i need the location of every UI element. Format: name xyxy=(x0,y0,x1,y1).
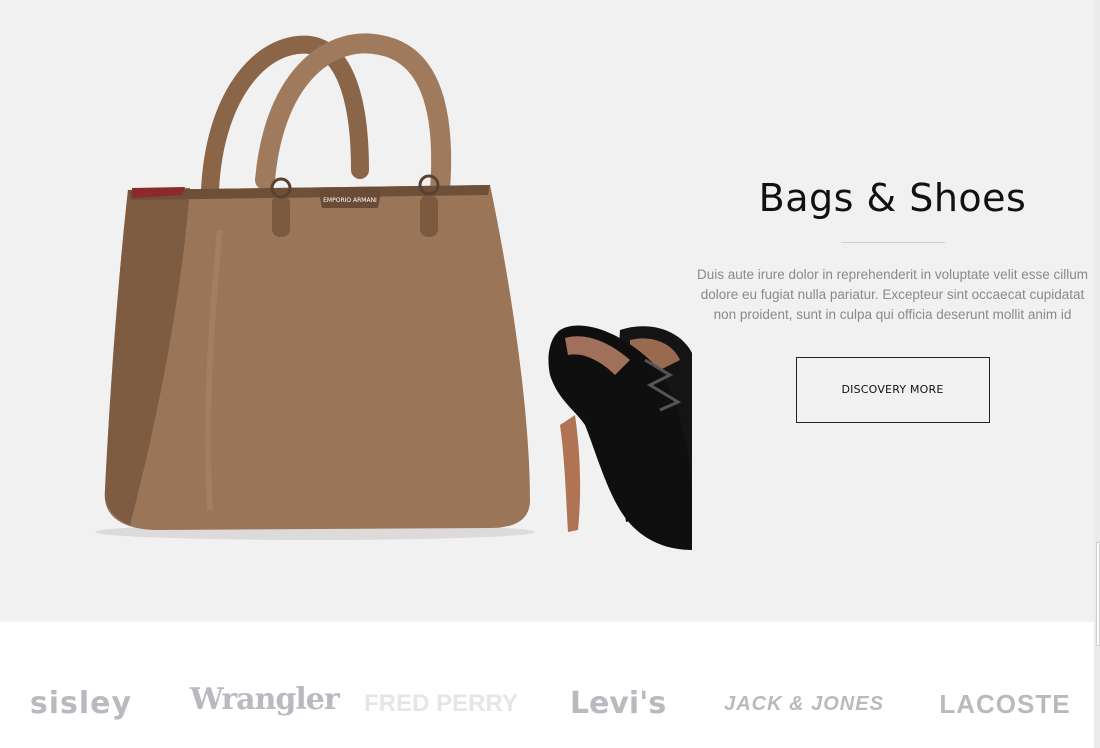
hero-content: Bags & Shoes Duis aute irure dolor in re… xyxy=(690,170,1095,423)
bag-logo-text: EMPORIO ARMANI xyxy=(323,197,377,204)
bag-strap-left xyxy=(272,195,290,237)
heel-stem-front xyxy=(560,415,581,532)
bag-strap-right xyxy=(420,195,438,237)
scrollbar-thumb[interactable] xyxy=(1096,542,1100,646)
hero-description: Duis aute irure dolor in reprehenderit i… xyxy=(697,267,1088,322)
hero-banner: EMPORIO ARMANI Bags & Shoes Duis aute ir… xyxy=(0,0,1094,622)
title-divider xyxy=(840,242,945,243)
brand-logo-jack-jones[interactable]: JACK & JONES xyxy=(718,684,890,724)
hero-product-image: EMPORIO ARMANI xyxy=(95,33,700,550)
hero-title: Bags & Shoes xyxy=(758,176,1027,220)
brand-logos-strip: sisley Wrangler FRED PERRY Levi's JACK &… xyxy=(0,622,1094,748)
discovery-more-button[interactable]: DISCOVERY MORE xyxy=(795,357,990,423)
brand-logo-wrangler[interactable]: Wrangler xyxy=(190,680,340,720)
page: EMPORIO ARMANI Bags & Shoes Duis aute ir… xyxy=(0,0,1100,748)
heels-image xyxy=(548,320,700,550)
brand-logo-sisley[interactable]: sisley xyxy=(16,684,146,724)
brand-logo-lacoste[interactable]: LACOSTE xyxy=(938,684,1072,724)
brand-logo-fred-perry[interactable]: FRED PERRY xyxy=(362,684,520,724)
brand-logo-levis[interactable]: Levi's xyxy=(566,684,670,724)
